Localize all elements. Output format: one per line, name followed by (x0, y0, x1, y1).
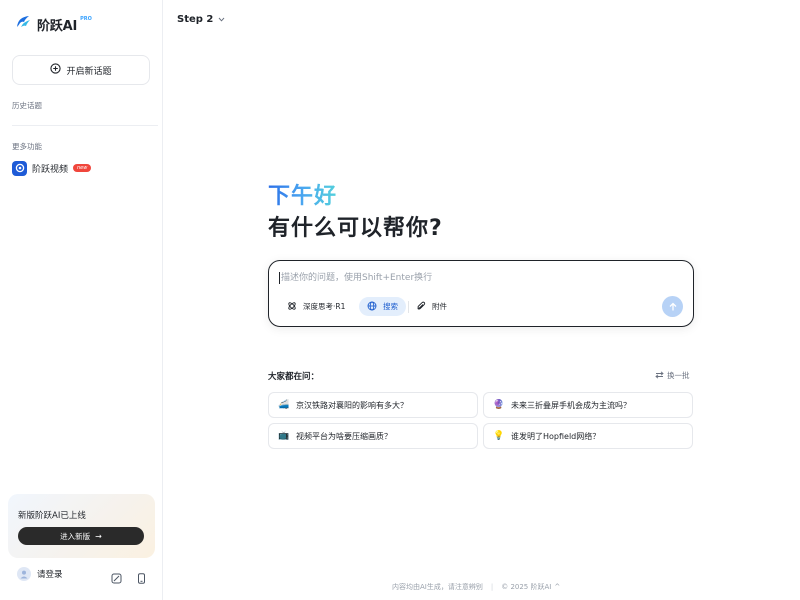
suggestion-card[interactable]: 🔮 未来三折叠屏手机会成为主流吗？ (483, 392, 693, 418)
arrow-up-icon (668, 297, 678, 316)
composer: 深度思考·R1 搜索 附件 (268, 260, 694, 327)
logo[interactable]: 阶跃AI PRO (15, 14, 92, 34)
attach-button[interactable]: 附件 (408, 297, 455, 316)
suggestion-text: 谁发明了Hopfield网络？ (511, 431, 601, 441)
suggestion-card[interactable]: 📺 视频平台为啥要压缩画质？ (268, 423, 478, 449)
new-badge: new (73, 164, 92, 172)
model-selector[interactable]: Step 2 (177, 14, 225, 25)
swap-icon (655, 370, 667, 381)
deep-think-label: 深度思考·R1 (303, 302, 346, 311)
collapse-sidebar-icon[interactable] (111, 569, 122, 584)
search-label: 搜索 (383, 302, 398, 311)
sidebar: 阶跃AI PRO 开启新话题 历史话题 更多功能 阶跃视频 new 新版阶跃AI… (0, 0, 163, 600)
ai-disclaimer: 内容均由AI生成，请注意辨别 (392, 583, 483, 591)
pro-badge: PRO (80, 16, 92, 22)
sidebar-divider (12, 125, 158, 126)
deep-think-toggle[interactable]: 深度思考·R1 (279, 297, 353, 316)
logo-text: 阶跃AI (37, 18, 78, 34)
new-version-promo: 新版阶跃AI已上线 进入新版 → (8, 494, 155, 558)
suggestion-text: 未来三折叠屏手机会成为主流吗？ (511, 400, 631, 410)
page-title: 有什么可以帮你? (268, 216, 443, 241)
greeting: 下午好 (268, 178, 337, 210)
sidebar-item-video[interactable]: 阶跃视频 new (12, 160, 152, 176)
train-icon: 🚄 (278, 400, 290, 410)
caret-up-icon[interactable]: ^ (554, 583, 560, 591)
new-topic-button[interactable]: 开启新话题 (12, 55, 150, 85)
attach-label: 附件 (432, 302, 447, 311)
login-button[interactable]: 请登录 (17, 567, 63, 581)
login-label: 请登录 (37, 570, 63, 580)
model-name: Step 2 (177, 14, 214, 25)
copyright: © 2025 阶跃AI (501, 583, 552, 591)
plus-circle-icon (50, 63, 66, 77)
tv-icon: 📺 (278, 431, 290, 441)
suggestion-text: 京汉铁路对襄阳的影响有多大？ (296, 400, 408, 410)
footer: 内容均由AI生成，请注意辨别 | © 2025 阶跃AI ^ (392, 582, 560, 592)
history-section-label: 历史话题 (12, 101, 42, 110)
paperclip-icon (416, 301, 432, 313)
prompt-input[interactable] (279, 272, 659, 284)
suggestion-card[interactable]: 🚄 京汉铁路对襄阳的影响有多大？ (268, 392, 478, 418)
suggestions-title: 大家都在问： (268, 372, 320, 382)
sidebar-item-label: 阶跃视频 (32, 164, 69, 175)
refresh-label: 换一批 (667, 371, 690, 380)
globe-icon (367, 301, 383, 313)
suggestion-card[interactable]: 💡 谁发明了Hopfield网络？ (483, 423, 693, 449)
suggestion-text: 视频平台为啥要压缩画质？ (296, 431, 392, 441)
search-toggle[interactable]: 搜索 (359, 297, 406, 316)
promo-title: 新版阶跃AI已上线 (18, 511, 86, 521)
arrow-right-icon: → (95, 531, 102, 541)
refresh-suggestions-button[interactable]: 换一批 (655, 370, 690, 381)
footer-divider: | (490, 583, 494, 591)
crystal-ball-icon: 🔮 (493, 400, 505, 410)
new-topic-label: 开启新话题 (66, 66, 112, 77)
mobile-app-icon[interactable] (136, 569, 147, 584)
avatar (17, 567, 31, 581)
enter-new-version-button[interactable]: 进入新版 → (18, 527, 144, 545)
more-features-label: 更多功能 (12, 142, 42, 151)
deep-think-icon (287, 301, 303, 313)
chevron-down-icon (218, 16, 225, 24)
send-button[interactable] (662, 296, 683, 317)
promo-button-label: 进入新版 (60, 531, 91, 541)
stepfun-logo-icon (15, 13, 33, 35)
lightbulb-icon: 💡 (493, 431, 505, 441)
video-app-icon (12, 160, 27, 176)
